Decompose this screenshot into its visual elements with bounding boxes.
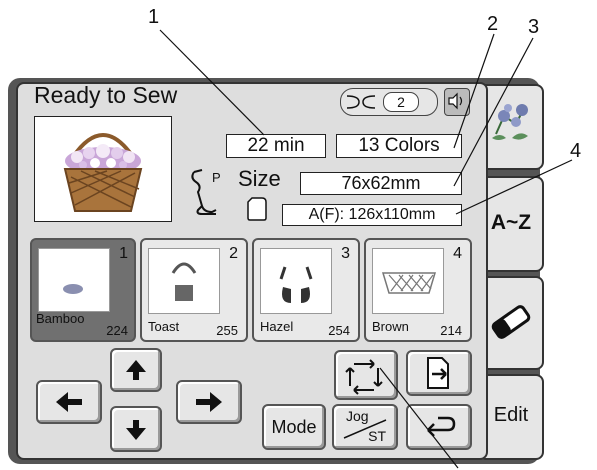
move-up-button[interactable] bbox=[110, 348, 162, 392]
pattern-number: 3 bbox=[341, 245, 350, 262]
size-value: 76x62mm bbox=[300, 172, 462, 195]
pattern-thumbnail bbox=[38, 248, 110, 312]
callout-1: 1 bbox=[148, 6, 160, 28]
tab-a-to-z-label: A~Z bbox=[490, 211, 532, 234]
eraser-icon bbox=[491, 305, 531, 339]
jog-divider-icon bbox=[343, 419, 387, 439]
speaker-button[interactable] bbox=[444, 88, 470, 116]
basket-weave-thumb bbox=[381, 272, 437, 294]
basket-side-thumb bbox=[279, 266, 313, 303]
size-label: Size bbox=[238, 166, 281, 191]
pattern-slot-2[interactable]: 2 Toast 255 bbox=[140, 238, 248, 342]
pattern-stitches: 224 bbox=[106, 323, 128, 338]
sewing-time-value: 22 min bbox=[247, 135, 305, 156]
basket-image bbox=[63, 133, 143, 212]
pattern-slot-3[interactable]: 3 Hazel 254 bbox=[252, 238, 360, 342]
thread-icon bbox=[346, 95, 376, 109]
size-value-text: 76x62mm bbox=[341, 173, 421, 193]
st-label: ST bbox=[368, 428, 386, 444]
color-count: 13 Colors bbox=[336, 134, 462, 158]
move-left-button[interactable] bbox=[36, 380, 102, 424]
file-move-button[interactable] bbox=[406, 350, 472, 396]
flower-icon bbox=[492, 104, 528, 140]
callout-4: 4 bbox=[570, 140, 582, 162]
pattern-stitches: 254 bbox=[328, 323, 350, 338]
thread-indicator: 2 bbox=[340, 88, 438, 116]
pattern-number: 4 bbox=[453, 245, 462, 262]
tab-edit-label: Edit bbox=[493, 404, 529, 426]
pattern-slot-1[interactable]: 1 Bamboo 224 bbox=[30, 238, 136, 342]
pattern-stitches: 214 bbox=[440, 323, 462, 338]
pattern-thumbnail bbox=[372, 248, 444, 314]
status-title: Ready to Sew bbox=[34, 82, 178, 108]
speaker-icon bbox=[448, 92, 463, 110]
rotate-button[interactable] bbox=[334, 350, 398, 400]
color-count-value: 13 Colors bbox=[358, 135, 440, 156]
hoop-size-text: A(F): 126x110mm bbox=[308, 206, 436, 223]
move-right-button[interactable] bbox=[176, 380, 242, 424]
pattern-name: Brown bbox=[372, 319, 409, 334]
design-preview bbox=[34, 116, 172, 222]
arrow-up-icon bbox=[126, 360, 146, 380]
pattern-thumbnail bbox=[148, 248, 220, 314]
arrow-down-icon bbox=[126, 420, 146, 440]
presser-foot-letter: P bbox=[212, 170, 221, 185]
file-arrow-icon bbox=[427, 357, 449, 389]
rotate-icon bbox=[345, 359, 383, 395]
callout-2: 2 bbox=[487, 13, 499, 35]
hoop-icon bbox=[247, 197, 267, 221]
basket-flowers-thumb bbox=[63, 284, 83, 294]
sewing-time: 22 min bbox=[226, 134, 326, 158]
basket-handle-thumb bbox=[171, 262, 197, 301]
return-icon bbox=[427, 416, 456, 437]
thread-count: 2 bbox=[383, 92, 419, 112]
hoop-size: A(F): 126x110mm bbox=[282, 204, 462, 226]
return-button[interactable] bbox=[406, 404, 472, 450]
jog-st-button[interactable]: Jog ST bbox=[332, 404, 398, 450]
arrow-left-icon bbox=[56, 392, 82, 412]
pattern-number: 2 bbox=[229, 245, 238, 262]
arrow-right-icon bbox=[196, 392, 222, 412]
mode-button[interactable]: Mode bbox=[262, 404, 326, 450]
pattern-name: Bamboo bbox=[36, 311, 85, 326]
mode-button-label: Mode bbox=[271, 417, 317, 437]
pattern-name: Toast bbox=[148, 319, 180, 334]
pattern-thumbnail bbox=[260, 248, 332, 314]
pattern-stitches: 255 bbox=[216, 323, 238, 338]
pattern-name: Hazel bbox=[260, 319, 294, 334]
pattern-slot-4[interactable]: 4 Brown 214 bbox=[364, 238, 472, 342]
move-down-button[interactable] bbox=[110, 406, 162, 452]
pattern-number: 1 bbox=[119, 245, 128, 262]
callout-3: 3 bbox=[528, 16, 540, 38]
